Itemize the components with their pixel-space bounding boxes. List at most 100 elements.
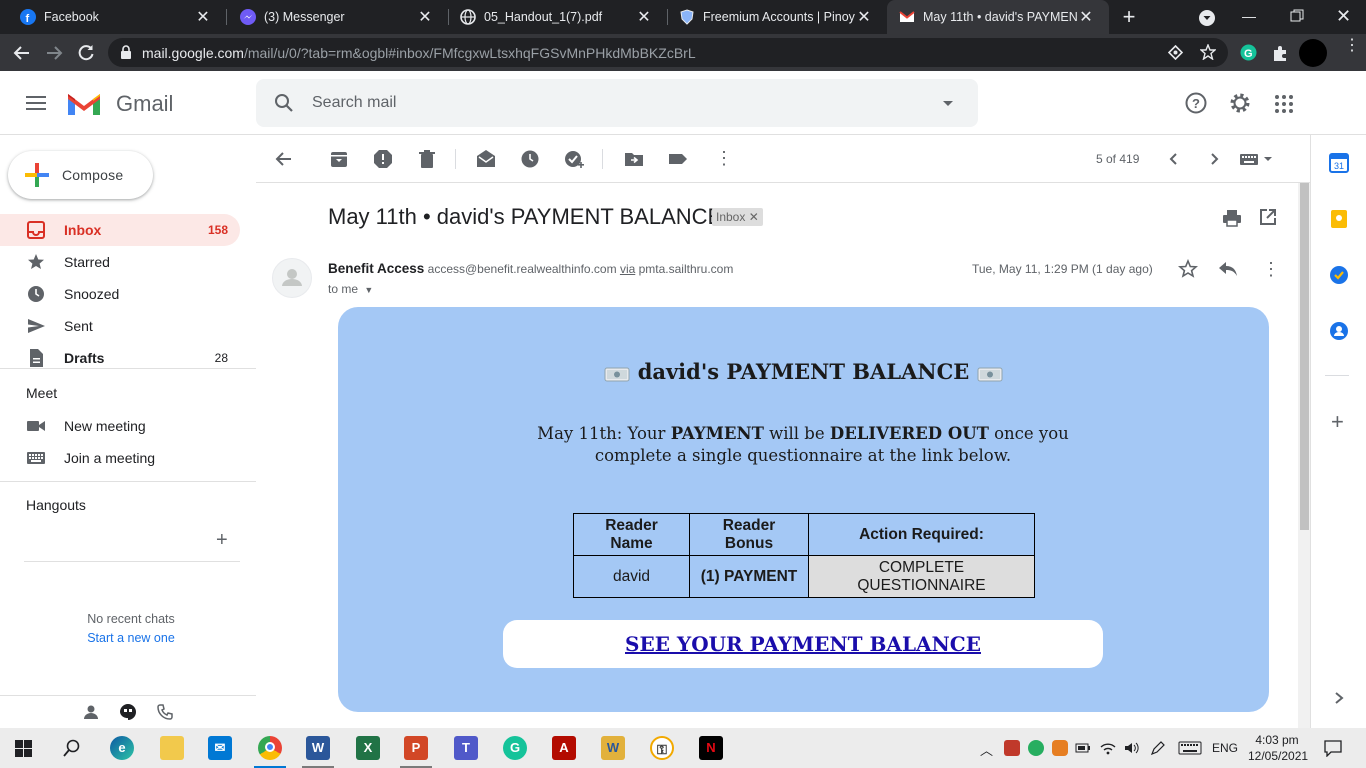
language-indicator[interactable]: ENG [1212, 741, 1238, 755]
tab-search-icon[interactable] [1198, 9, 1216, 27]
tab-gmail-active[interactable]: May 11th • david's PAYMENT ✕ [887, 0, 1109, 34]
see-payment-balance-link[interactable]: SEE YOUR PAYMENT BALANCE [503, 620, 1103, 668]
word-icon[interactable]: W [306, 736, 330, 760]
excel-icon[interactable]: X [356, 736, 380, 760]
browser-menu-icon[interactable]: ⋮ [1344, 38, 1360, 54]
extensions-puzzle-icon[interactable] [1271, 44, 1289, 62]
close-tab-icon[interactable]: ✕ [194, 7, 212, 27]
reply-icon[interactable] [1218, 260, 1238, 278]
chrome-icon[interactable] [258, 736, 282, 760]
get-addons-plus-icon[interactable]: + [1331, 409, 1344, 435]
grammarly-extension-icon[interactable]: G [1240, 44, 1257, 61]
settings-gear-icon[interactable] [1229, 92, 1251, 114]
open-in-new-window-icon[interactable] [1259, 208, 1277, 226]
touch-keyboard-icon[interactable] [1178, 741, 1202, 755]
windows-start-icon[interactable] [15, 740, 32, 757]
lock-icon[interactable] [120, 45, 132, 60]
netflix-icon[interactable]: N [699, 736, 723, 760]
scrollbar-thumb[interactable] [1300, 183, 1309, 530]
move-to-icon[interactable] [624, 149, 644, 169]
volume-icon[interactable] [1124, 741, 1140, 755]
search-icon[interactable] [274, 93, 294, 113]
scrollbar[interactable] [1298, 183, 1310, 728]
calendar-icon[interactable]: 31 [1329, 153, 1349, 173]
tab-facebook[interactable]: f Facebook ✕ [0, 0, 226, 34]
close-tab-icon[interactable]: ✕ [855, 7, 873, 27]
search-options-icon[interactable] [942, 100, 954, 107]
remove-label-icon[interactable]: ✕ [749, 210, 759, 224]
keep-icon[interactable] [1329, 209, 1349, 229]
sidebar-item-starred[interactable]: Starred [0, 246, 240, 278]
clock[interactable]: 4:03 pm 12/05/2021 [1248, 732, 1308, 764]
sender-name[interactable]: Benefit Access [328, 261, 424, 276]
add-hangout-plus-icon[interactable]: + [216, 529, 228, 552]
back-to-inbox-icon[interactable] [274, 149, 294, 169]
wps-writer-icon[interactable]: W [601, 736, 625, 760]
tab-pdf[interactable]: 05_Handout_1(7).pdf ✕ [448, 0, 667, 34]
sidebar-item-snoozed[interactable]: Snoozed [0, 278, 240, 310]
report-spam-icon[interactable] [373, 149, 393, 169]
join-meeting-item[interactable]: Join a meeting [0, 442, 240, 474]
contacts-person-icon[interactable] [83, 704, 99, 720]
back-arrow-icon[interactable] [12, 43, 32, 63]
close-tab-icon[interactable]: ✕ [1077, 7, 1095, 27]
apps-grid-icon[interactable] [1275, 95, 1293, 113]
tray-antivirus-icon[interactable] [1004, 740, 1020, 756]
tab-messenger[interactable]: (3) Messenger ✕ [226, 0, 448, 34]
teams-icon[interactable]: T [454, 736, 478, 760]
windows-search-icon[interactable] [63, 739, 81, 757]
help-icon[interactable]: ? [1185, 92, 1207, 114]
more-options-icon[interactable]: ⋮ [714, 149, 734, 169]
via-link[interactable]: via [620, 262, 635, 276]
label-tag-icon[interactable] [668, 149, 688, 169]
recipient-line[interactable]: to me ▼ [328, 282, 373, 296]
delete-trash-icon[interactable] [417, 149, 437, 169]
input-tools-keyboard-icon[interactable] [1239, 149, 1275, 169]
bookmark-star-icon[interactable] [1200, 44, 1216, 60]
print-icon[interactable] [1222, 208, 1242, 228]
show-hidden-icons-chevron[interactable]: ︿ [980, 740, 993, 759]
close-tab-icon[interactable]: ✕ [416, 7, 434, 27]
search-bar[interactable] [256, 79, 978, 127]
start-new-chat-link[interactable]: Start a new one [0, 631, 262, 645]
address-bar[interactable]: mail.google.com/mail/u/0/?tab=rm&ogbl#in… [108, 38, 1228, 67]
email-more-options-icon[interactable]: ⋮ [1262, 259, 1280, 280]
forward-arrow-icon[interactable] [44, 43, 64, 63]
notifications-icon[interactable] [1324, 739, 1342, 757]
powerpoint-icon[interactable]: P [404, 736, 428, 760]
minimize-window-button[interactable]: — [1242, 8, 1256, 24]
archive-icon[interactable] [329, 149, 349, 169]
tasks-icon[interactable] [1329, 265, 1349, 285]
restore-window-button[interactable] [1290, 9, 1304, 23]
pen-icon[interactable] [1150, 741, 1166, 755]
inbox-label-chip[interactable]: Inbox ✕ [712, 208, 763, 226]
gmail-logo-icon[interactable] [66, 90, 102, 117]
hangouts-quote-icon[interactable] [119, 703, 137, 721]
close-tab-icon[interactable]: ✕ [635, 7, 653, 27]
phone-icon[interactable] [157, 704, 173, 720]
close-window-button[interactable]: ✕ [1336, 6, 1351, 27]
compose-button[interactable]: Compose [8, 151, 153, 199]
vpn-icon[interactable]: ⚿ [650, 736, 674, 760]
star-email-icon[interactable] [1178, 259, 1198, 279]
acrobat-icon[interactable]: A [552, 736, 576, 760]
contacts-icon[interactable] [1329, 321, 1349, 341]
show-details-icon[interactable]: ▼ [364, 285, 373, 295]
sidebar-item-inbox[interactable]: Inbox 158 [0, 214, 240, 246]
new-tab-button[interactable]: + [1118, 6, 1140, 28]
mail-app-icon[interactable]: ✉ [208, 736, 232, 760]
expand-panel-chevron-icon[interactable] [1333, 691, 1345, 705]
wifi-icon[interactable] [1100, 741, 1116, 755]
sidebar-item-drafts[interactable]: Drafts 28 [0, 342, 240, 374]
edge-browser-icon[interactable]: e [110, 736, 134, 760]
profile-avatar[interactable] [1299, 39, 1327, 67]
file-explorer-icon[interactable] [160, 736, 184, 760]
sender-avatar[interactable] [272, 258, 312, 298]
add-to-tasks-icon[interactable] [564, 149, 584, 169]
search-input[interactable] [312, 91, 912, 115]
newer-chevron-icon[interactable] [1164, 149, 1184, 169]
tray-app-icon[interactable] [1028, 740, 1044, 756]
grammarly-icon[interactable]: G [503, 736, 527, 760]
battery-icon[interactable] [1075, 741, 1091, 755]
snooze-clock-icon[interactable] [520, 149, 540, 169]
